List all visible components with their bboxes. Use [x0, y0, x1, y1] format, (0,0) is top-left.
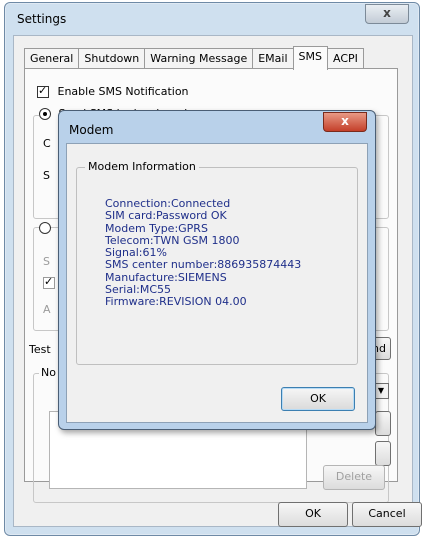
test-label: Test — [29, 343, 51, 356]
close-icon: x — [341, 114, 349, 128]
ok-button[interactable]: OK — [278, 502, 348, 527]
modem-ok-label: OK — [310, 392, 326, 405]
row-a-fragment: A — [43, 303, 51, 316]
modem-info-group: Modem Information Connection:Connected S… — [76, 160, 358, 365]
tab-email[interactable]: EMail — [252, 48, 294, 69]
delete-label: Delete — [335, 470, 373, 483]
enable-sms-label: Enable SMS Notification — [57, 85, 189, 98]
close-icon: x — [383, 6, 391, 20]
row-s-fragment: S — [43, 169, 50, 182]
tab-shutdown[interactable]: Shutdown — [78, 48, 146, 69]
modem-dialog-title: Modem — [69, 123, 114, 137]
modem-info-lines: Connection:Connected SIM card:Password O… — [105, 197, 302, 309]
info-sms-center: SMS center number:886935874443 — [105, 258, 302, 272]
modem-ok-button[interactable]: OK — [281, 387, 355, 411]
tab-sms[interactable]: SMS — [292, 46, 328, 70]
info-firmware: Firmware:REVISION 04.00 — [105, 295, 247, 309]
window-close-button[interactable]: x — [365, 4, 409, 24]
enable-sms-checkbox[interactable] — [37, 84, 49, 98]
enable-sms-row[interactable]: Enable SMS Notification — [37, 84, 189, 98]
number-group-label: No — [39, 366, 58, 379]
ok-label: OK — [305, 507, 321, 520]
modem-close-button[interactable]: x — [323, 112, 367, 132]
tab-general[interactable]: General — [24, 48, 80, 69]
row-c-fragment: C — [43, 137, 51, 150]
modem-dialog-body: Modem Information Connection:Connected S… — [66, 143, 368, 423]
cancel-button[interactable]: Cancel — [352, 502, 422, 527]
remote-option-checkbox[interactable] — [43, 275, 55, 289]
tab-acpi[interactable]: ACPI — [326, 48, 364, 69]
chevron-down-icon: ▼ — [377, 386, 385, 395]
edit-number-button[interactable] — [375, 441, 391, 466]
modem-dialog: Modem x Modem Information Connection:Con… — [58, 110, 376, 430]
tab-warning-message[interactable]: Warning Message — [144, 48, 254, 69]
info-sim-card: SIM card:Password OK — [105, 209, 227, 223]
delete-button[interactable]: Delete — [323, 465, 385, 490]
row-s2-fragment: S — [43, 255, 50, 268]
cancel-label: Cancel — [368, 507, 406, 520]
add-number-button[interactable] — [375, 411, 391, 436]
send-remote-radio[interactable] — [39, 222, 51, 234]
send-local-radio[interactable] — [39, 108, 51, 120]
tab-strip: General Shutdown Warning Message EMail S… — [24, 46, 364, 70]
modem-info-legend: Modem Information — [85, 160, 199, 173]
window-title: Settings — [17, 12, 67, 26]
